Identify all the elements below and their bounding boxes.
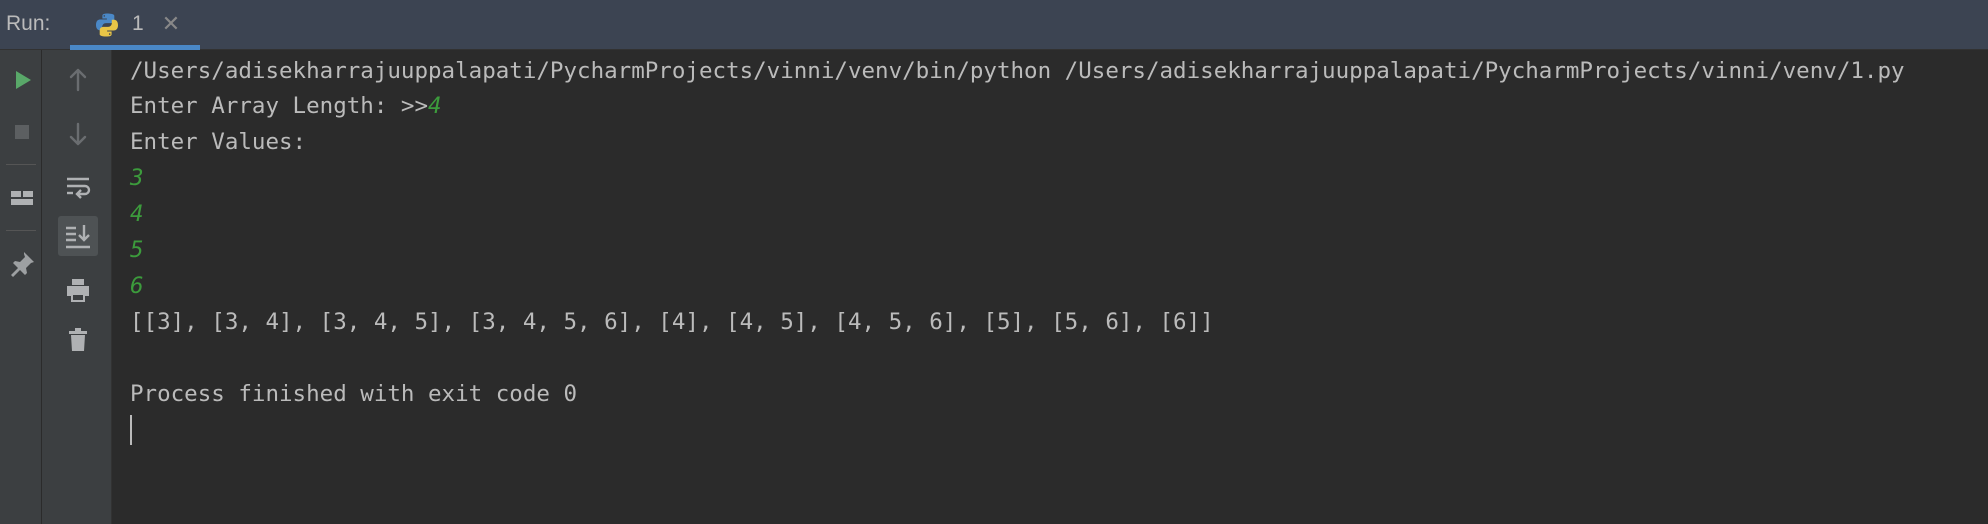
run-tab-1[interactable]: 1 ✕ bbox=[70, 0, 200, 50]
console-command-line: /Users/adisekharrajuuppalapati/PycharmPr… bbox=[130, 58, 1905, 84]
run-label: Run: bbox=[6, 12, 51, 35]
run-tool-window: Run: 1 ✕ /Users/adisekharrajuuppalapati/… bbox=[0, 0, 1988, 524]
toolbar-separator bbox=[6, 164, 36, 165]
close-icon[interactable]: ✕ bbox=[160, 12, 182, 38]
console-prompt-values: Enter Values: bbox=[130, 129, 307, 155]
prompt-text: Enter Array Length: >> bbox=[130, 93, 429, 119]
user-input: 5 bbox=[130, 237, 144, 263]
python-icon bbox=[94, 12, 120, 38]
user-input: 4 bbox=[428, 93, 442, 119]
user-input: 6 bbox=[130, 273, 144, 299]
console-finish-line: Process finished with exit code 0 bbox=[130, 381, 578, 407]
console-output[interactable]: /Users/adisekharrajuuppalapati/PycharmPr… bbox=[112, 50, 1988, 524]
user-input: 3 bbox=[130, 165, 144, 191]
scroll-to-end-icon[interactable] bbox=[58, 216, 98, 256]
arrow-down-icon[interactable] bbox=[60, 116, 96, 152]
soft-wrap-icon[interactable] bbox=[60, 168, 96, 204]
print-icon[interactable] bbox=[60, 272, 96, 308]
console-actions-toolbar bbox=[42, 50, 112, 524]
rerun-icon[interactable] bbox=[4, 62, 40, 98]
trash-icon[interactable] bbox=[60, 322, 96, 358]
run-controls-toolbar bbox=[0, 50, 42, 524]
user-input: 4 bbox=[130, 201, 144, 227]
run-tab-label: 1 bbox=[132, 12, 144, 35]
arrow-up-icon[interactable] bbox=[60, 62, 96, 98]
run-tab-bar: Run: 1 ✕ bbox=[0, 0, 1988, 50]
layout-icon[interactable] bbox=[4, 180, 40, 216]
console-output-line: [[3], [3, 4], [3, 4, 5], [3, 4, 5, 6], [… bbox=[130, 309, 1214, 335]
pin-icon[interactable] bbox=[4, 246, 40, 282]
text-caret bbox=[130, 415, 132, 445]
stop-icon[interactable] bbox=[4, 114, 40, 150]
toolbar-separator bbox=[6, 230, 36, 231]
console-prompt-length: Enter Array Length: >>4 bbox=[130, 89, 442, 123]
